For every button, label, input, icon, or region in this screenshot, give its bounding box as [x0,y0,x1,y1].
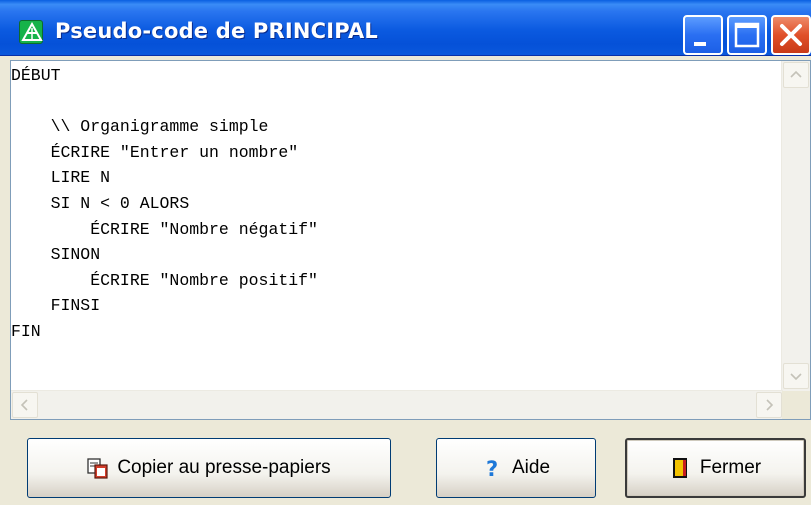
scroll-left-button[interactable] [12,392,38,418]
scroll-down-button[interactable] [783,363,809,389]
code-line: SI N < 0 ALORS [11,193,190,213]
minimize-icon [694,42,706,46]
code-line: DÉBUT [11,66,61,85]
close-icon [780,24,802,46]
vertical-scrollbar[interactable] [781,61,810,391]
scrollbar-corner [782,391,810,419]
code-line: ÉCRIRE "Nombre positif" [11,270,318,290]
pseudo-code-editor[interactable]: DÉBUT \\ Organigramme simple ÉCRIRE "Ent… [10,60,811,420]
code-line: LIRE N [11,168,111,188]
close-button[interactable] [771,15,811,55]
chevron-up-icon [790,70,802,78]
code-line: FIN [11,321,41,341]
question-mark-icon: ? [482,457,504,479]
close-dialog-button[interactable]: Fermer [625,438,806,498]
horizontal-scrollbar[interactable] [11,390,783,419]
maximize-button[interactable] [727,15,767,55]
clipboard-copy-icon [87,457,109,479]
title-bar[interactable]: Pseudo-code de PRINCIPAL [0,0,811,56]
code-line: ÉCRIRE "Entrer un nombre" [11,142,299,162]
pseudo-code-window: Pseudo-code de PRINCIPAL DÉBUT \\ Organi… [0,0,811,505]
code-text-area[interactable]: DÉBUT \\ Organigramme simple ÉCRIRE "Ent… [11,61,783,393]
help-button-label: Aide [511,457,551,478]
close-button-label: Fermer [699,457,762,478]
scroll-up-button[interactable] [783,62,809,88]
maximize-icon [734,22,760,48]
copy-button-label: Copier au presse-papiers [117,457,331,478]
code-line: ÉCRIRE "Nombre négatif" [11,219,318,239]
scroll-right-button[interactable] [756,392,782,418]
chevron-right-icon [766,399,774,411]
svg-text:?: ? [486,457,498,479]
chevron-down-icon [790,373,802,381]
code-line: FINSI [11,296,101,316]
copy-to-clipboard-button[interactable]: Copier au presse-papiers [27,438,391,498]
code-line: SINON [11,245,101,265]
code-line: \\ Organigramme simple [11,117,269,137]
minimize-button[interactable] [683,15,723,55]
help-button[interactable]: ? Aide [436,438,596,498]
window-title: Pseudo-code de PRINCIPAL [55,19,379,43]
chevron-left-icon [20,399,28,411]
exit-door-icon [670,457,692,479]
app-icon [19,20,43,44]
